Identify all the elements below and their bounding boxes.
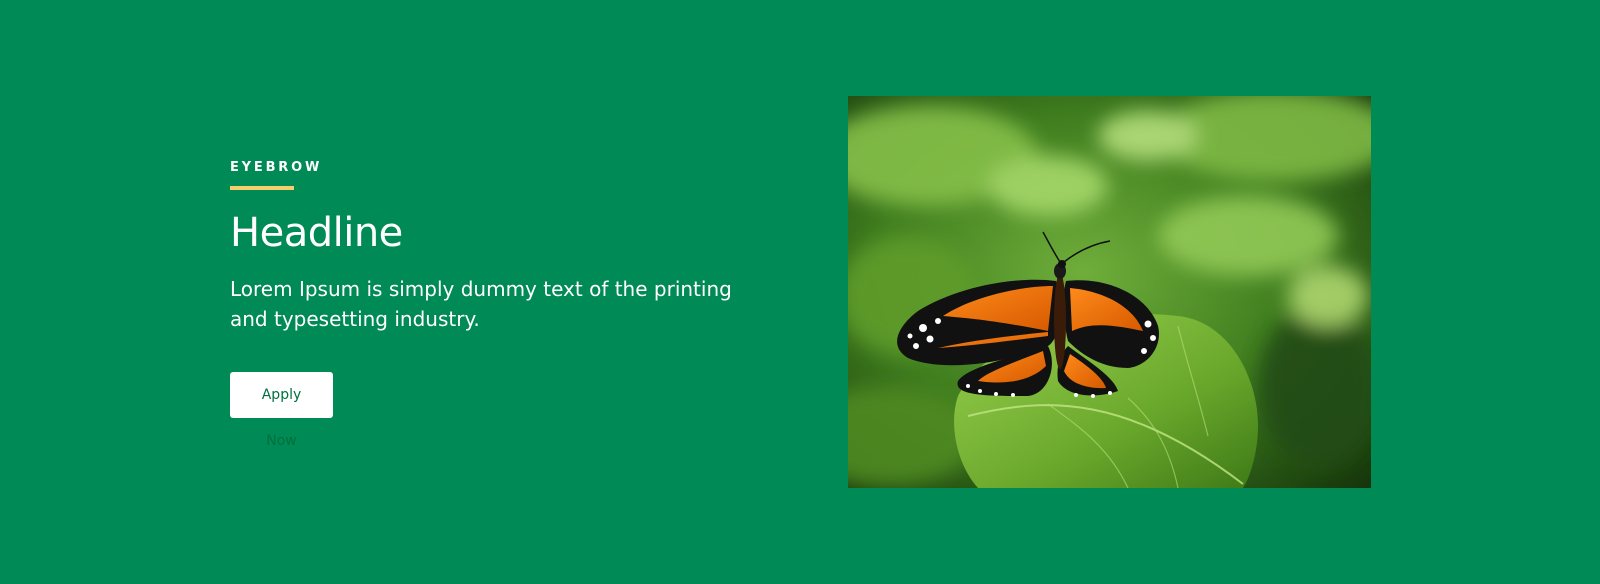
apply-now-button[interactable]: Apply Now (230, 372, 333, 449)
hero-section: EYEBROW Headline Lorem Ipsum is simply d… (0, 0, 1600, 584)
hero-description: Lorem Ipsum is simply dummy text of the … (230, 277, 732, 331)
butterfly-image (848, 96, 1371, 488)
headline: Headline (230, 210, 403, 256)
hero-content: EYEBROW Headline Lorem Ipsum is simply d… (230, 159, 790, 450)
eyebrow-label: EYEBROW (230, 160, 323, 175)
eyebrow-underline (230, 186, 294, 190)
